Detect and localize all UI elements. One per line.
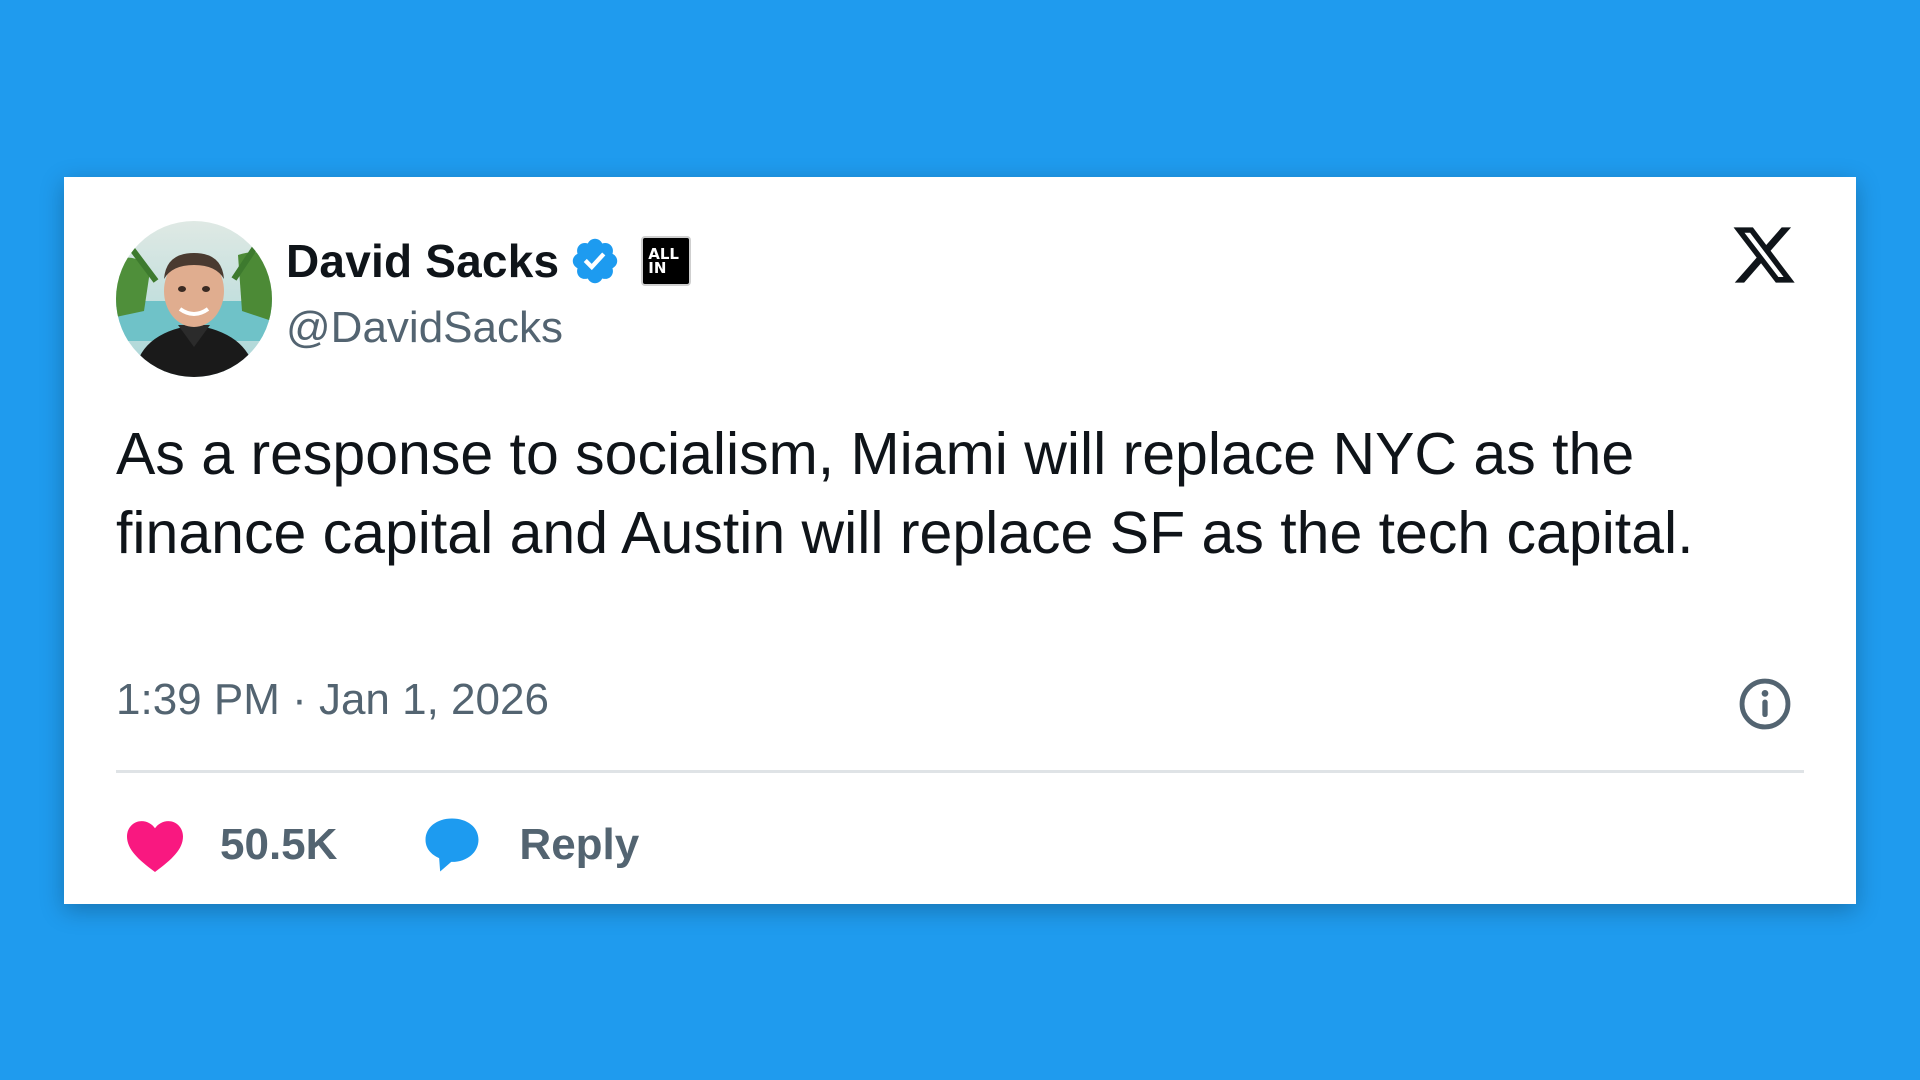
verified-badge-icon	[573, 238, 618, 284]
tweet-timestamp[interactable]: 1:39 PM · Jan 1, 2026	[116, 675, 549, 725]
all-in-affiliation-badge[interactable]: ALL IN	[641, 236, 692, 286]
avatar[interactable]	[116, 221, 272, 377]
x-logo-icon[interactable]	[1728, 221, 1800, 289]
author-name-row: David Sacks ALL IN	[286, 231, 692, 291]
author-handle[interactable]: @DavidSacks	[286, 303, 563, 353]
info-icon[interactable]	[1736, 675, 1794, 733]
tweet-text: As a response to socialism, Miami will r…	[116, 421, 1694, 566]
author-display-name[interactable]: David Sacks	[286, 234, 559, 288]
action-bar: 50.5K Reply	[124, 805, 639, 885]
reply-label: Reply	[519, 820, 640, 869]
like-button[interactable]: 50.5K	[124, 817, 337, 873]
avatar-photo	[116, 221, 272, 377]
speech-bubble-icon	[425, 818, 479, 872]
like-count: 50.5K	[220, 820, 338, 869]
heart-icon	[127, 821, 183, 872]
affiliation-line2: IN	[648, 259, 667, 277]
page-background: David Sacks ALL IN @DavidSacks As a resp…	[0, 0, 1920, 1080]
tweet-card: David Sacks ALL IN @DavidSacks As a resp…	[64, 177, 1856, 904]
reply-button[interactable]: Reply	[421, 816, 639, 874]
divider	[116, 770, 1804, 773]
